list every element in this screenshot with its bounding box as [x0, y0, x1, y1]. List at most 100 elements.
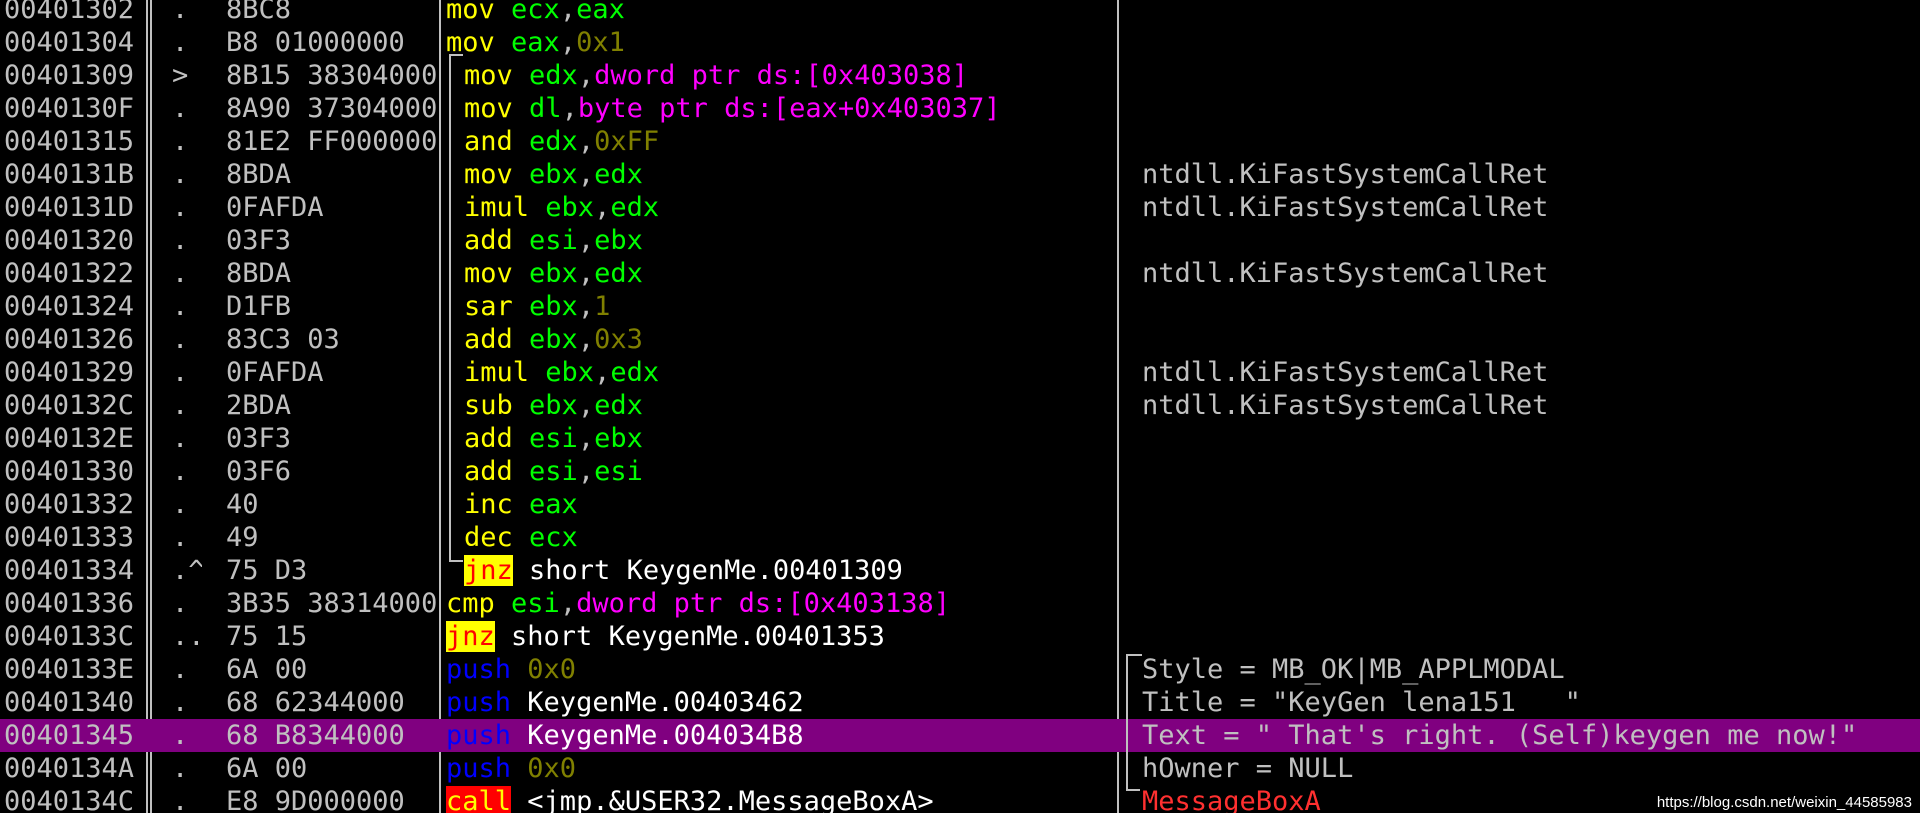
- operand: ,: [559, 588, 577, 619]
- code-row[interactable]: 00401340. 68 62344000 push KeygenMe.004034…: [0, 686, 1920, 719]
- operand: edx: [594, 258, 643, 289]
- comment-cell: [1142, 521, 1912, 554]
- jump-marker: .: [172, 588, 189, 619]
- operand: esi: [529, 225, 578, 256]
- hex-bytes-cell: B8 01000000: [226, 27, 405, 58]
- jump-marker: .: [172, 291, 189, 322]
- operand: esi: [529, 456, 578, 487]
- code-row[interactable]: 00401332. 40 inc eax: [0, 488, 1920, 521]
- operand: KeygenMe.00401353: [608, 621, 885, 652]
- mnemonic: push: [446, 654, 512, 685]
- mnemonic: imul: [464, 192, 530, 223]
- address-cell: 00401340: [4, 687, 135, 718]
- instruction-cell: add esi,ebx: [464, 422, 1124, 455]
- operand: eax: [576, 0, 625, 25]
- hex-bytes-cell: 0FAFDA: [226, 192, 324, 223]
- code-row[interactable]: 00401334 .^ 75 D3 jnz short KeygenMe.004013…: [0, 554, 1920, 587]
- operand: ebx: [529, 324, 578, 355]
- hex-bytes-cell: 83C3 03: [226, 324, 340, 355]
- operand: [513, 423, 529, 454]
- operand: [529, 357, 545, 388]
- jump-marker: .: [172, 423, 189, 454]
- code-row[interactable]: 0040134A. 6A 00 push 0x0 hOwner = NULL: [0, 752, 1920, 785]
- instruction-cell: mov ebx,edx: [464, 257, 1124, 290]
- hex-bytes-cell: 8B15 38304000: [226, 60, 438, 91]
- comment-cell: [1142, 290, 1912, 323]
- operand: [513, 489, 529, 520]
- jump-marker: .^: [172, 555, 202, 586]
- hex-bytes-cell: 0FAFDA: [226, 357, 324, 388]
- hex-bytes-cell: 40: [226, 489, 259, 520]
- code-row[interactable]: 00401326. 83C3 03 add ebx,0x3: [0, 323, 1920, 356]
- jump-marker: .: [172, 390, 189, 421]
- address-cell: 0040134A: [4, 753, 135, 784]
- code-row[interactable]: 0040131D. 0FAFDA imul ebx,edx ntdll.KiFastS…: [0, 191, 1920, 224]
- code-row[interactable]: 00401302. 8BC8 mov ecx,eax: [0, 0, 1920, 26]
- instruction-cell: add esi,ebx: [464, 224, 1124, 257]
- instruction-cell: jnz short KeygenMe.00401309: [464, 554, 1124, 587]
- comment-cell: hOwner = NULL: [1142, 753, 1354, 784]
- code-row[interactable]: 00401315. 81E2 FF000000 and edx,0xFF: [0, 125, 1920, 158]
- operand: edx: [529, 60, 578, 91]
- operand: ,: [577, 126, 595, 157]
- operand: ,: [559, 27, 577, 58]
- operand: [495, 0, 511, 25]
- code-row[interactable]: 0040133C.. 75 15 jnz short KeygenMe.004013…: [0, 620, 1920, 653]
- operand: <jmp.&USER32.MessageBoxA>: [527, 786, 934, 813]
- code-row[interactable]: 00401322. 8BDA mov ebx,edx ntdll.KiFastSyst…: [0, 257, 1920, 290]
- code-row[interactable]: 0040132C. 2BDA sub ebx,edx ntdll.KiFastSyst…: [0, 389, 1920, 422]
- hex-bytes-cell: E8 9D000000: [226, 786, 405, 813]
- operand: KeygenMe.00401309: [626, 555, 903, 586]
- operand: short: [494, 621, 609, 652]
- selected-code-row[interactable]: 00401345. 68 B8344000 push KeygenMe.004034…: [0, 719, 1920, 752]
- code-row[interactable]: 00401324. D1FB sar ebx,1: [0, 290, 1920, 323]
- operand: ,: [577, 456, 595, 487]
- instruction-cell: jnz short KeygenMe.00401353: [446, 620, 1106, 653]
- comment-cell: [1142, 0, 1912, 26]
- disassembly-view[interactable]: 00401302. 8BC8 mov ecx,eax 00401304. B8 0100…: [0, 0, 1920, 813]
- operand: ,: [594, 192, 611, 223]
- instruction-cell: mov ecx,eax: [446, 0, 1106, 26]
- code-row[interactable]: 00401333. 49 dec ecx: [0, 521, 1920, 554]
- operand: [513, 324, 529, 355]
- operand: eax: [511, 27, 560, 58]
- code-row[interactable]: 0040131B. 8BDA mov ebx,edx ntdll.KiFastSyst…: [0, 158, 1920, 191]
- hex-bytes-cell: 6A 00: [226, 753, 308, 784]
- code-row[interactable]: 00401336. 3B35 38314000 cmp esi,dword ptr …: [0, 587, 1920, 620]
- code-row[interactable]: 0040134C. E8 9D000000 call <jmp.&USER32.Me…: [0, 785, 1920, 813]
- jump-marker: .: [172, 522, 189, 553]
- hex-bytes-cell: 8A90 37304000: [226, 93, 438, 124]
- code-row[interactable]: 0040133E. 6A 00 push 0x0 Style = MB_OK|MB_A…: [0, 653, 1920, 686]
- loop-bracket: [449, 54, 463, 562]
- instruction-cell: mov edx,dword ptr ds:[0x403038]: [464, 59, 1124, 92]
- code-row[interactable]: 00401304. B8 01000000 mov eax,0x1: [0, 26, 1920, 59]
- code-row[interactable]: 00401309 >8B15 38304000 mov edx,dword ptr …: [0, 59, 1920, 92]
- jump-marker: ..: [172, 621, 202, 652]
- instruction-cell: add ebx,0x3: [464, 323, 1124, 356]
- mnemonic: call: [446, 786, 512, 813]
- code-row[interactable]: 00401320. 03F3 add esi,ebx: [0, 224, 1920, 257]
- code-row[interactable]: 00401330. 03F6 add esi,esi: [0, 455, 1920, 488]
- instruction-cell: mov eax,0x1: [446, 26, 1106, 59]
- address-cell: 0040132E: [4, 423, 135, 454]
- code-row[interactable]: 00401329. 0FAFDA imul ebx,edx ntdll.KiFastS…: [0, 356, 1920, 389]
- address-cell: 00401336: [4, 588, 135, 619]
- mnemonic: cmp: [446, 588, 495, 619]
- jump-marker: .: [172, 126, 189, 157]
- jump-marker: .: [172, 357, 189, 388]
- operand: esi: [529, 423, 578, 454]
- comment-cell: [1142, 125, 1912, 158]
- hex-bytes-cell: 03F6: [226, 456, 292, 487]
- operand: edx: [594, 390, 643, 421]
- mnemonic: sub: [464, 390, 513, 421]
- operand: ,: [594, 357, 611, 388]
- jump-marker: .: [172, 753, 189, 784]
- mnemonic: add: [464, 324, 513, 355]
- code-row[interactable]: 0040132E. 03F3 add esi,ebx: [0, 422, 1920, 455]
- code-row[interactable]: 0040130F. 8A90 37304000 mov dl,byte ptr ds…: [0, 92, 1920, 125]
- hex-bytes-cell: 49: [226, 522, 259, 553]
- hex-bytes-cell: 75 15: [226, 621, 308, 652]
- jump-marker: .: [172, 786, 189, 813]
- hex-bytes-cell: 8BDA: [226, 258, 292, 289]
- operand: ebx: [529, 390, 578, 421]
